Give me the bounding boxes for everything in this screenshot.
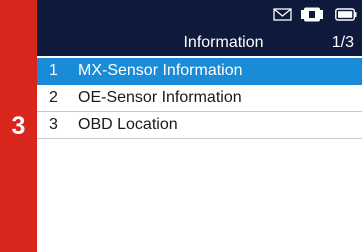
device-screen: Information 1/3 1 MX-Sensor Information … <box>37 0 362 252</box>
page-indicator: 1/3 <box>331 34 354 51</box>
step-marker-bar: 3 <box>0 0 37 252</box>
page-title: Information <box>183 34 264 51</box>
menu-item-number: 2 <box>49 89 58 106</box>
menu-item-label: OE-Sensor Information <box>78 89 242 106</box>
vci-connector-icon <box>301 7 323 22</box>
menu-list: 1 MX-Sensor Information 2 OE-Sensor Info… <box>37 58 362 139</box>
status-bar <box>37 0 362 30</box>
menu-item-mx-sensor-information[interactable]: 1 MX-Sensor Information <box>37 58 362 85</box>
menu-item-oe-sensor-information[interactable]: 2 OE-Sensor Information <box>37 85 362 112</box>
battery-icon <box>335 8 357 21</box>
menu-item-label: OBD Location <box>78 116 178 133</box>
menu-item-label: MX-Sensor Information <box>78 62 243 79</box>
menu-item-number: 3 <box>49 116 58 133</box>
menu-item-number: 1 <box>49 62 58 79</box>
step-number: 3 <box>11 112 26 140</box>
menu-item-obd-location[interactable]: 3 OBD Location <box>37 112 362 139</box>
title-bar: Information 1/3 <box>37 30 362 56</box>
mail-icon <box>273 8 292 21</box>
